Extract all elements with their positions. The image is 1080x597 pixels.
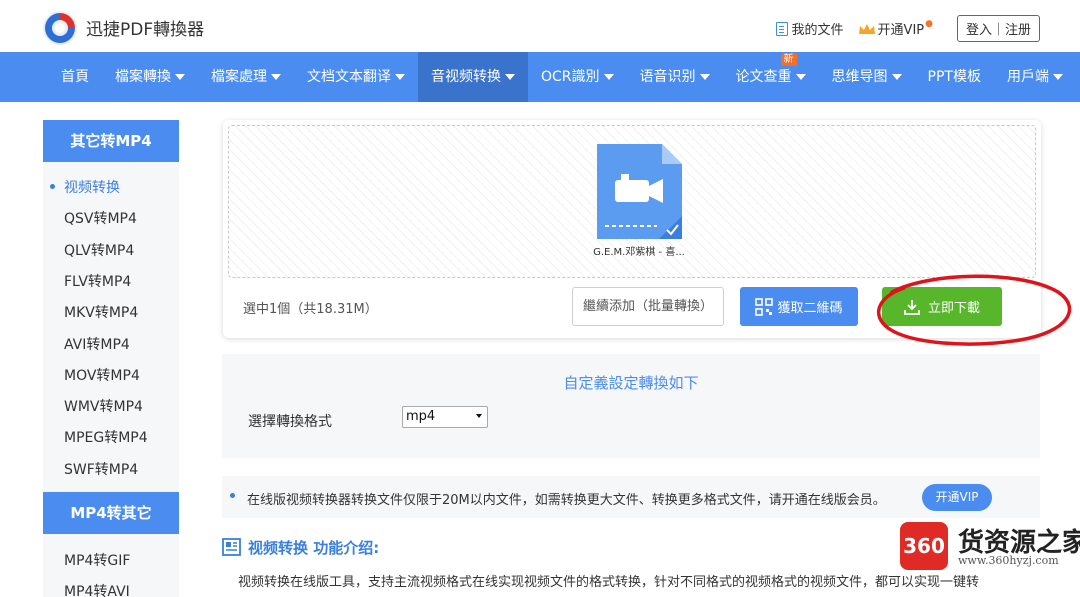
nav-item[interactable]: 用戶端	[994, 52, 1076, 102]
nav-item-label: 檔案轉換	[115, 69, 171, 85]
sidebar-item[interactable]: MOV转MP4	[64, 365, 140, 385]
format-label: 選擇轉換格式	[248, 414, 332, 430]
get-qr-code-button[interactable]: 獲取二維碼	[740, 287, 858, 326]
intro-title: 视频转换 功能介绍:	[248, 539, 380, 557]
chevron-down-icon	[603, 74, 614, 80]
chevron-down-icon	[175, 74, 185, 80]
watermark-badge: 360	[900, 522, 948, 570]
my-files-label: 我的文件	[791, 23, 844, 38]
file-dropzone[interactable]: G.E.M.邓紫棋 - 喜...	[228, 125, 1036, 278]
chevron-down-icon	[505, 74, 515, 80]
sidebar-item[interactable]: MKV转MP4	[64, 302, 138, 322]
sidebar-item[interactable]: MPEG转MP4	[64, 427, 148, 447]
chevron-down-icon	[795, 74, 806, 80]
sidebar-item[interactable]: FLV转MP4	[64, 271, 131, 291]
qr-code-icon	[755, 297, 774, 316]
header-actions: 我的文件 开通VIP ● 登入｜注册	[762, 15, 1040, 42]
sidebar-item[interactable]: SWF转MP4	[64, 459, 138, 479]
login-register-button[interactable]: 登入｜注册	[956, 15, 1040, 42]
red-circle-annotation	[877, 274, 1072, 346]
nav-item-label: OCR識別	[541, 69, 600, 85]
watermark-url: www.360hyzj.com	[958, 554, 1059, 567]
file-name-label: G.E.M.邓紫棋 - 喜...	[593, 247, 685, 258]
nav-item[interactable]: OCR識別	[528, 52, 627, 102]
top-header: 迅捷PDF轉換器 我的文件 开通VIP ● 登入｜注册	[0, 0, 1080, 52]
main-nav: 首頁 檔案轉換 檔案處理 文档文本翻译 音视频转换 OCR識別 语音识别 论文查重新思维导图 P…	[0, 52, 1080, 102]
chevron-down-icon	[699, 74, 710, 80]
nav-item-label: 思维导图	[831, 69, 888, 85]
app-logo-icon[interactable]	[42, 10, 78, 46]
site-watermark: 360 货资源之家 www.360hyzj.com	[900, 520, 1080, 580]
sidebar-item[interactable]: AVI转MP4	[64, 334, 130, 354]
document-icon	[775, 21, 788, 36]
bullet-dot	[230, 493, 235, 498]
chevron-down-icon	[476, 414, 482, 418]
nav-item-label: 檔案處理	[211, 69, 267, 85]
sidebar-item[interactable]: 视频转换	[64, 177, 120, 197]
nav-item-label: PPT模板	[927, 69, 981, 85]
sidebar-group-title-to-mp4: 其它转MP4	[43, 120, 179, 162]
news-icon	[222, 538, 241, 556]
qr-button-label: 獲取二維碼	[777, 301, 843, 316]
chevron-down-icon	[271, 74, 281, 80]
nav-item[interactable]: 檔案轉換	[102, 52, 198, 102]
nav-item[interactable]: 首頁	[48, 52, 102, 102]
nav-item-label: 语音识别	[639, 69, 696, 85]
vip-label: 开通VIP	[877, 23, 925, 38]
chevron-down-icon	[395, 74, 405, 80]
chevron-down-icon	[891, 74, 902, 80]
sidebar-item[interactable]: WMV转MP4	[64, 396, 143, 416]
chevron-down-icon	[1052, 74, 1063, 80]
active-bullet-icon	[50, 184, 55, 189]
nav-item[interactable]: 音视频转换	[418, 52, 528, 102]
my-files-link[interactable]: 我的文件	[775, 19, 844, 38]
nav-item-label: 音视频转换	[431, 69, 501, 85]
nav-item-label: 首頁	[61, 69, 89, 85]
sidebar-item[interactable]: MP4转GIF	[64, 550, 130, 570]
notice-text: 在线版视频转换器转换文件仅限于20M以内文件，如需转换更大文件、转换更多格式文件…	[247, 493, 886, 508]
selection-info: 選中1個（共18.31M）	[243, 302, 378, 317]
format-select[interactable]: mp4	[402, 406, 488, 428]
nav-item[interactable]: 语音识别	[627, 52, 723, 102]
size-limit-notice: 在线版视频转换器转换文件仅限于20M以内文件，如需转换更大文件、转换更多格式文件…	[222, 476, 1040, 518]
settings-panel: 自定義設定轉換如下 選擇轉換格式 mp4	[222, 354, 1040, 458]
format-select-value: mp4	[406, 409, 436, 424]
nav-item-label: 文档文本翻译	[307, 69, 391, 85]
nav-item[interactable]: 文档文本翻译	[294, 52, 418, 102]
add-more-files-button[interactable]: 繼續添加（批量轉換）	[572, 287, 724, 326]
sidebar-item[interactable]: QSV转MP4	[64, 208, 137, 228]
nav-item[interactable]: 思维导图	[819, 52, 915, 102]
sidebar-item[interactable]: MP4转AVI	[64, 581, 130, 597]
sidebar-group-title-from-mp4: MP4转其它	[43, 492, 179, 534]
new-badge: 新	[780, 53, 797, 66]
vip-link[interactable]: 开通VIP ●	[858, 19, 933, 38]
fire-icon: ●	[925, 18, 933, 29]
nav-item-label: 用戶端	[1006, 69, 1049, 85]
nav-item[interactable]: 檔案處理	[198, 52, 294, 102]
nav-item[interactable]: 论文查重新	[723, 52, 819, 102]
brand-name[interactable]: 迅捷PDF轉換器	[86, 15, 204, 40]
open-vip-button[interactable]: 开通VIP	[922, 484, 992, 511]
video-file-icon[interactable]	[597, 144, 682, 239]
crown-icon	[858, 23, 875, 34]
sidebar-item[interactable]: QLV转MP4	[64, 240, 134, 260]
settings-title: 自定義設定轉換如下	[563, 374, 699, 392]
nav-item[interactable]: PPT模板	[915, 52, 994, 102]
